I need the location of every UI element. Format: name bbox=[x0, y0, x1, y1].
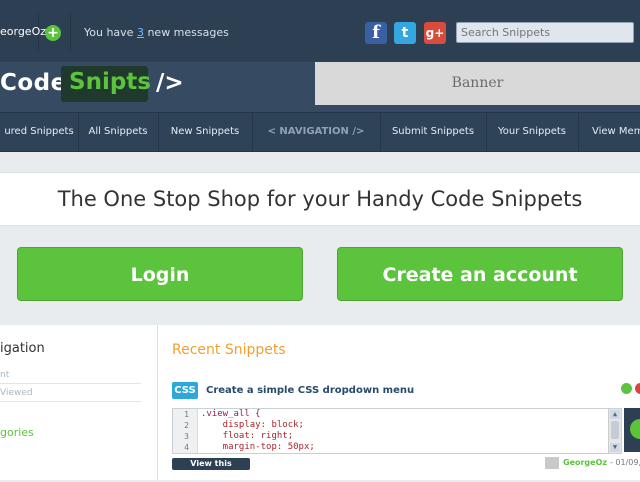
line-number: 1 bbox=[184, 410, 189, 419]
view-snippet-button[interactable]: View this snippet bbox=[172, 458, 250, 480]
nav-featured-snippets[interactable]: ured Snippets bbox=[0, 112, 79, 152]
scroll-thumb[interactable] bbox=[611, 421, 619, 439]
code-line: .view_all { bbox=[201, 409, 261, 419]
nav-all-snippets[interactable]: All Snippets bbox=[78, 112, 159, 152]
add-icon[interactable]: + bbox=[45, 25, 61, 41]
css-badge: CSS bbox=[172, 382, 198, 399]
logo-snipts[interactable]: Snipts bbox=[69, 69, 151, 95]
nav-center-label: < NAVIGATION /> bbox=[252, 112, 381, 152]
logo-tag: /> bbox=[156, 70, 184, 96]
tagline: The One Stop Shop for your Handy Code Sn… bbox=[0, 172, 640, 226]
line-number: 3 bbox=[184, 432, 189, 441]
snippet-date: - 01/09, bbox=[610, 458, 640, 467]
messages-count-link[interactable]: 3 bbox=[137, 26, 144, 39]
sidebar-item-categories[interactable]: gories bbox=[0, 426, 34, 439]
line-number: 2 bbox=[184, 421, 189, 430]
banner[interactable]: Banner bbox=[315, 62, 640, 105]
scroll-up-icon[interactable]: ▲ bbox=[610, 410, 620, 419]
username-link[interactable]: eorgeOz bbox=[0, 14, 46, 50]
recent-snippets-title: Recent Snippets bbox=[172, 342, 286, 358]
code-line: float: right; bbox=[201, 431, 294, 441]
sidebar-item-most-viewed[interactable]: Viewed bbox=[0, 385, 141, 402]
nav-submit-snippets[interactable]: Submit Snippets bbox=[380, 112, 487, 152]
snippet-title-link[interactable]: Create a simple CSS dropdown menu bbox=[206, 385, 414, 396]
google-plus-icon[interactable]: g+ bbox=[424, 22, 446, 44]
login-button[interactable]: Login bbox=[17, 247, 303, 301]
nav-new-snippets[interactable]: New Snippets bbox=[158, 112, 253, 152]
code-editor[interactable]: 1 2 3 4 .view_all { display: block; floa… bbox=[172, 408, 622, 454]
logo-code[interactable]: Code bbox=[0, 70, 67, 96]
messages-prefix: You have bbox=[84, 26, 137, 39]
facebook-icon[interactable]: f bbox=[365, 22, 387, 44]
refresh-icon[interactable] bbox=[621, 383, 632, 394]
code-scrollbar[interactable]: ▲ ▼ bbox=[608, 409, 621, 453]
nav-view-members[interactable]: View Mem bbox=[578, 112, 640, 152]
sidebar-title: igation bbox=[0, 341, 45, 356]
messages-notice: You have 3 new messages bbox=[84, 26, 229, 39]
delete-icon[interactable] bbox=[635, 383, 640, 394]
scroll-down-icon[interactable]: ▼ bbox=[610, 443, 620, 452]
search-input[interactable] bbox=[456, 22, 634, 43]
nav-your-snippets[interactable]: Your Snippets bbox=[486, 112, 579, 152]
avatar bbox=[545, 457, 559, 469]
messages-suffix: new messages bbox=[143, 26, 229, 39]
sidebar-item-recent[interactable]: nt bbox=[0, 367, 141, 384]
line-number: 4 bbox=[184, 443, 189, 452]
create-account-button[interactable]: Create an account bbox=[337, 247, 623, 301]
twitter-icon[interactable]: t bbox=[394, 22, 416, 44]
author-link[interactable]: GeorgeOz bbox=[563, 458, 607, 467]
code-line: margin-top: 50px; bbox=[201, 442, 315, 452]
code-line: display: block; bbox=[201, 420, 304, 430]
